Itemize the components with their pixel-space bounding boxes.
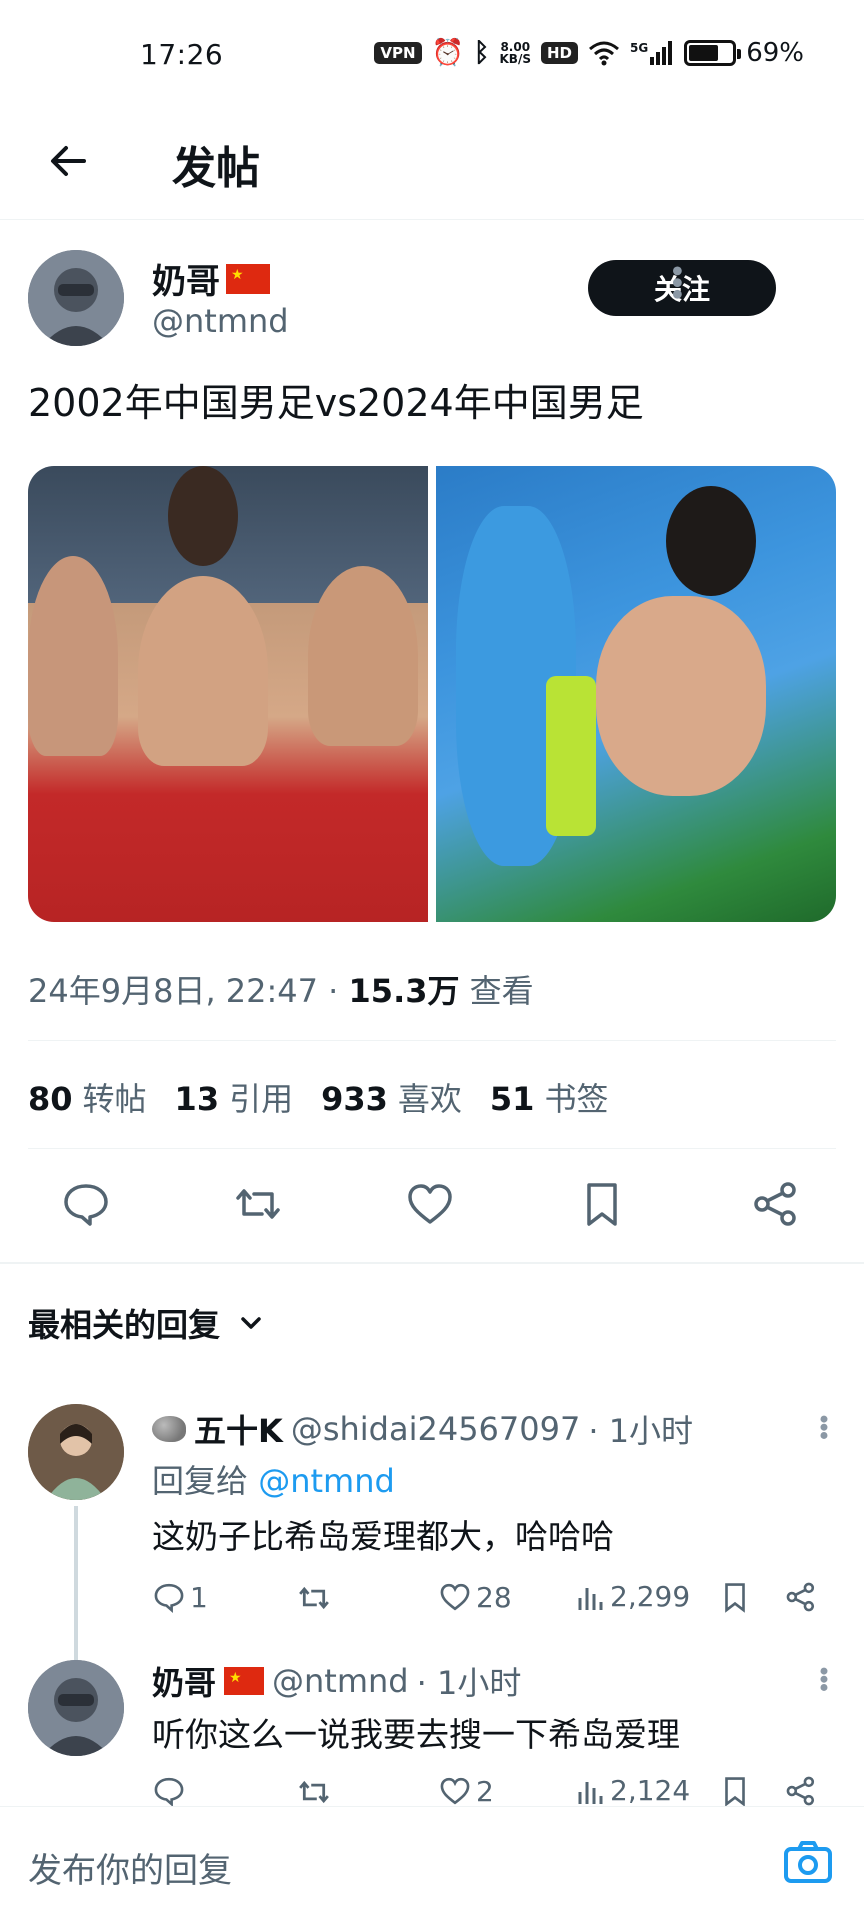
- reply-share-button[interactable]: [784, 1580, 818, 1614]
- bluetooth-icon: ᛒ: [473, 38, 490, 68]
- reply-actions: 2 2,124: [152, 1770, 836, 1806]
- reply-like-button[interactable]: 28: [438, 1580, 512, 1614]
- heart-icon: [408, 1184, 452, 1224]
- back-arrow-icon: [51, 146, 86, 176]
- status-bar: 17:26 VPN ⏰ ᛒ 8.00 KB/S HD 5G 69%: [0, 0, 864, 110]
- back-button[interactable]: [44, 136, 94, 186]
- reply-header: 五十K @shidai24567097 · 1小时: [152, 1406, 693, 1452]
- reply-author-name[interactable]: 奶哥: [152, 1658, 216, 1704]
- reply-input[interactable]: 发布你的回复: [28, 1843, 232, 1892]
- network-speed: 8.00 KB/S: [499, 40, 531, 66]
- camera-button[interactable]: [780, 1835, 836, 1891]
- reply-more-icon[interactable]: •••: [808, 1664, 838, 1688]
- status-icons: VPN ⏰ ᛒ 8.00 KB/S HD 5G 69%: [374, 38, 804, 68]
- post-author-avatar[interactable]: [28, 250, 124, 346]
- chevron-down-icon: [241, 1317, 261, 1329]
- comment-icon: [64, 1184, 108, 1226]
- cellular-signal-icon: 5G: [630, 41, 674, 65]
- china-flag-icon: ★: [224, 1667, 265, 1695]
- battery-icon: [684, 40, 742, 66]
- post-author-name[interactable]: 奶哥 ★: [152, 254, 270, 303]
- reply-to-line: 回复给 @ntmnd: [152, 1462, 395, 1500]
- reply-author-name[interactable]: 五十K: [194, 1406, 283, 1452]
- reply-share-button[interactable]: [784, 1774, 818, 1806]
- china-flag-icon: ★: [226, 263, 270, 294]
- bookmark-button[interactable]: [576, 1178, 628, 1230]
- reply-author-handle[interactable]: @ntmnd: [272, 1662, 409, 1700]
- bookmark-icon: [587, 1183, 617, 1226]
- post-action-bar: [0, 1168, 864, 1242]
- divider: [0, 1262, 864, 1264]
- share-icon: [754, 1182, 796, 1226]
- reply-views-button[interactable]: 2,124: [576, 1774, 690, 1806]
- stat-bookmarks[interactable]: 51 书签: [490, 1074, 609, 1120]
- camera-icon: [784, 1841, 832, 1883]
- replies-sort-dropdown[interactable]: 最相关的回复: [28, 1300, 264, 1346]
- reply-text: 这奶子比希岛爱理都大，哈哈哈: [152, 1517, 614, 1556]
- divider: [28, 1148, 836, 1149]
- hd-badge: HD: [540, 42, 578, 64]
- reply-bookmark-button[interactable]: [718, 1580, 752, 1614]
- repost-icon: [299, 1780, 329, 1804]
- reply-time: · 1小时: [416, 1664, 522, 1702]
- reply-repost-button[interactable]: [296, 1774, 332, 1806]
- post-image-2002[interactable]: [28, 466, 428, 922]
- post-text: 2002年中国男足vs2024年中国男足: [28, 381, 644, 425]
- reply-more-icon[interactable]: •••: [808, 1412, 838, 1436]
- reply-button[interactable]: [60, 1178, 112, 1230]
- post-media[interactable]: [28, 466, 836, 922]
- stat-likes[interactable]: 933 喜欢: [321, 1074, 462, 1120]
- reply-like-button[interactable]: 2: [438, 1774, 494, 1806]
- reply-time: · 1小时: [588, 1412, 694, 1450]
- repost-icon: [236, 1189, 280, 1219]
- stat-reposts[interactable]: 80 转帖: [28, 1074, 147, 1120]
- share-icon: [786, 1776, 815, 1806]
- share-button[interactable]: [750, 1178, 802, 1230]
- reply-views-button[interactable]: 2,299: [576, 1580, 690, 1613]
- bookmark-icon: [725, 1777, 745, 1806]
- page-title: 发帖: [172, 143, 260, 194]
- reply-header: 奶哥 ★ @ntmnd · 1小时: [152, 1658, 521, 1704]
- reply-composer-bar: 发布你的回复: [0, 1806, 864, 1920]
- alarm-icon: ⏰: [431, 38, 464, 68]
- status-time: 17:26: [140, 38, 224, 71]
- reply-bookmark-button[interactable]: [718, 1774, 752, 1806]
- reply-actions: 1 28 2,299: [152, 1576, 836, 1622]
- comment-icon: [154, 1583, 184, 1613]
- wifi-icon: [588, 40, 620, 66]
- reply-repost-button[interactable]: [296, 1580, 332, 1616]
- views-chart-icon: [578, 1587, 603, 1610]
- comment-icon: [154, 1777, 184, 1806]
- reply-comment-button[interactable]: 1: [152, 1580, 208, 1614]
- share-icon: [786, 1582, 815, 1612]
- post-author-handle[interactable]: @ntmnd: [152, 302, 289, 340]
- reply-to-handle[interactable]: @ntmnd: [258, 1462, 395, 1500]
- repost-icon: [299, 1586, 329, 1610]
- heart-icon: [440, 1583, 470, 1611]
- reply-text: 听你这么一说我要去搜一下希岛爱理: [152, 1715, 680, 1754]
- stat-quotes[interactable]: 13 引用: [175, 1074, 294, 1120]
- reply-author-avatar[interactable]: [28, 1660, 124, 1756]
- divider: [28, 1040, 836, 1041]
- rock-emoji-icon: [152, 1416, 186, 1442]
- reply-comment-button[interactable]: [152, 1774, 186, 1806]
- repost-button[interactable]: [232, 1178, 284, 1230]
- vpn-badge: VPN: [374, 42, 422, 64]
- heart-icon: [440, 1777, 470, 1805]
- thread-line: [74, 1506, 78, 1662]
- bookmark-icon: [725, 1583, 745, 1613]
- post-stats: 80 转帖 13 引用 933 喜欢 51 书签: [28, 1074, 608, 1120]
- views-count: 15.3万: [348, 972, 460, 1010]
- app-header: 发帖: [0, 110, 864, 220]
- like-button[interactable]: [404, 1178, 456, 1230]
- battery-percent: 69%: [746, 38, 804, 68]
- reply-author-avatar[interactable]: [28, 1404, 124, 1500]
- post-more-icon[interactable]: •••: [658, 262, 693, 297]
- views-chart-icon: [578, 1781, 603, 1804]
- reply-author-handle[interactable]: @shidai24567097: [291, 1410, 581, 1448]
- post-image-2024[interactable]: [436, 466, 836, 922]
- post-timestamp: 24年9月8日, 22:47 · 15.3万 查看: [28, 972, 534, 1010]
